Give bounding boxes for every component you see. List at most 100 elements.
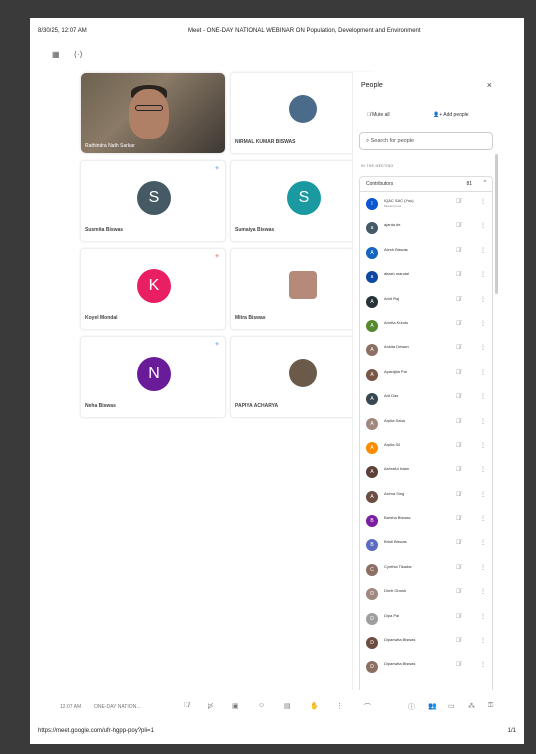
participant-tile[interactable]: ◈ N Neha Biswas bbox=[80, 336, 226, 418]
more-options-icon[interactable]: ⋮ bbox=[480, 637, 486, 644]
participant-row[interactable]: D Dhriti Ghosh 🎙̸ ⋮ bbox=[360, 582, 492, 606]
participant-row[interactable]: C Cynthia Tikadar 🎙̸ ⋮ bbox=[360, 558, 492, 582]
layout-icon[interactable]: ▦ bbox=[52, 50, 60, 59]
mic-off-icon[interactable]: 🎙̸ bbox=[456, 540, 461, 546]
more-options-icon[interactable]: ⋮ bbox=[480, 491, 486, 498]
participant-row[interactable]: D Dipanwita Biswas 🎙̸ ⋮ bbox=[360, 631, 492, 655]
participant-role: Meeting host bbox=[384, 204, 402, 208]
mic-off-icon[interactable]: 🎙̸ bbox=[456, 297, 461, 303]
participant-row[interactable]: A Amit Raj 🎙̸ ⋮ bbox=[360, 290, 492, 314]
avatar: A bbox=[366, 368, 378, 381]
mic-off-icon[interactable]: 🎙̸ bbox=[456, 419, 461, 425]
mic-off-icon[interactable]: 🎙̸ bbox=[456, 589, 461, 595]
mic-off-icon[interactable]: 🎙̸ bbox=[456, 565, 461, 571]
mic-off-icon[interactable]: 🎙̸ bbox=[456, 394, 461, 400]
more-options-icon[interactable]: ⋮ bbox=[480, 222, 486, 229]
participant-name: ajanta de bbox=[384, 222, 401, 228]
more-options-icon[interactable]: ⋮ bbox=[480, 320, 486, 327]
mic-off-icon[interactable]: 🎙̸ bbox=[456, 516, 461, 522]
mic-off-icon[interactable]: 🎙̸ bbox=[456, 223, 461, 229]
more-options-icon[interactable]: ⋮ bbox=[480, 466, 486, 473]
more-options-icon[interactable]: ⋮ bbox=[480, 296, 486, 303]
search-input[interactable]: ⌕ Search for people bbox=[359, 132, 493, 150]
more-options-icon[interactable]: ⋮ bbox=[480, 539, 486, 546]
avatar: N bbox=[137, 357, 171, 391]
participant-tile[interactable]: ◈ K Koyel Mondal bbox=[80, 248, 226, 330]
more-options-icon[interactable]: ⋮ bbox=[480, 613, 486, 620]
close-icon[interactable]: × bbox=[487, 80, 492, 90]
present-icon[interactable]: ▤ bbox=[284, 702, 291, 710]
more-options-icon[interactable]: ⋮ bbox=[480, 271, 486, 278]
mute-all-button[interactable]: 🎙̸ Mute all bbox=[367, 112, 390, 118]
add-people-button[interactable]: 👤+ Add people bbox=[433, 112, 469, 118]
raise-hand-icon[interactable]: ✋ bbox=[310, 702, 319, 710]
mic-off-icon[interactable]: 🎙̸ bbox=[456, 467, 461, 473]
participant-row[interactable]: a akash mandal 🎙̸ ⋮ bbox=[360, 265, 492, 289]
scrollbar[interactable] bbox=[495, 154, 498, 294]
mic-off-icon[interactable]: 🎙̸ bbox=[456, 614, 461, 620]
participant-row[interactable]: D Dipanwita Biswas 🎙̸ ⋮ bbox=[360, 655, 492, 679]
participant-row[interactable]: B Barsha Biswas 🎙̸ ⋮ bbox=[360, 509, 492, 533]
panel-title: People bbox=[361, 82, 383, 89]
mic-off-icon[interactable]: 🎙̸ bbox=[456, 345, 461, 351]
more-options-icon[interactable]: ⋮ bbox=[480, 344, 486, 351]
more-options-icon[interactable]: ⋮ bbox=[480, 418, 486, 425]
more-options-icon[interactable]: ⋮ bbox=[480, 442, 486, 449]
mic-off-icon[interactable]: 🎙̸ bbox=[456, 638, 461, 644]
info-icon[interactable]: ⓘ bbox=[408, 702, 415, 712]
participant-row[interactable]: a ajanta de 🎙̸ ⋮ bbox=[360, 216, 492, 240]
participant-row[interactable]: A Arpita Sil 🎙̸ ⋮ bbox=[360, 436, 492, 460]
participant-row[interactable]: A Aparajita Pal 🎙̸ ⋮ bbox=[360, 363, 492, 387]
participant-row[interactable]: A Arpita Saha 🎙̸ ⋮ bbox=[360, 412, 492, 436]
mic-off-icon[interactable]: 🎙̸ bbox=[456, 443, 461, 449]
activities-icon[interactable]: ⁂ bbox=[468, 702, 475, 710]
mic-off-icon[interactable]: 🎙̸ bbox=[456, 272, 461, 278]
more-options-icon[interactable]: ⋮ bbox=[480, 588, 486, 595]
mic-off-icon[interactable]: 🎙̸ bbox=[184, 702, 189, 709]
person-face bbox=[129, 89, 169, 139]
mic-off-icon[interactable]: 🎙̸ bbox=[456, 248, 461, 254]
avatar: S bbox=[287, 181, 321, 215]
participant-row[interactable]: I IQAC SAC (You) Meeting host 🎙̸ ⋮ bbox=[360, 192, 492, 216]
more-options-icon[interactable]: ⋮ bbox=[480, 247, 486, 254]
mic-off-icon[interactable]: 🎙̸ bbox=[456, 321, 461, 327]
more-options-icon[interactable]: ⋮ bbox=[480, 515, 486, 522]
participant-row[interactable]: A Alesh Biswas 🎙̸ ⋮ bbox=[360, 241, 492, 265]
avatar: A bbox=[366, 319, 378, 332]
people-icon[interactable]: 👥 bbox=[428, 702, 437, 710]
participant-row[interactable]: A Asima Sing 🎙̸ ⋮ bbox=[360, 485, 492, 509]
participant-name: Ashraful Islam bbox=[384, 466, 410, 472]
more-options-icon[interactable]: ⋮ bbox=[480, 198, 486, 205]
glasses bbox=[135, 105, 163, 111]
emoji-icon[interactable]: ☺ bbox=[258, 702, 265, 709]
participant-row[interactable]: A Ankita Dewan 🎙̸ ⋮ bbox=[360, 338, 492, 362]
participant-tile-video[interactable]: Rathindra Nath Sarkar bbox=[80, 72, 226, 154]
participant-row[interactable]: A Arit Das 🎙̸ ⋮ bbox=[360, 387, 492, 411]
chevron-up-icon[interactable]: ^ bbox=[484, 180, 486, 186]
contributors-header[interactable]: Contributors 81 ^ bbox=[359, 176, 493, 192]
mic-off-icon[interactable]: 🎙̸ bbox=[456, 492, 461, 498]
host-controls-icon[interactable]: ⚿ bbox=[488, 702, 493, 710]
avatar: a bbox=[366, 271, 378, 284]
leave-call-icon[interactable]: ⌒ bbox=[364, 702, 371, 712]
participant-row[interactable]: A Amrita Kundu 🎙̸ ⋮ bbox=[360, 314, 492, 338]
more-options-icon[interactable]: ⋮ bbox=[480, 564, 486, 571]
participant-row[interactable]: B Bristi Biswas 🎙̸ ⋮ bbox=[360, 533, 492, 557]
participant-tile[interactable]: ◈ S Susmita Biswas bbox=[80, 160, 226, 242]
mic-off-icon[interactable]: 🎙̸ bbox=[456, 370, 461, 376]
more-options-icon[interactable]: ⋮ bbox=[480, 393, 486, 400]
more-options-icon[interactable]: ⋮ bbox=[480, 661, 486, 668]
chat-icon[interactable]: ▭ bbox=[448, 702, 455, 710]
more-options-icon[interactable]: ⋮ bbox=[336, 702, 343, 710]
code-icon[interactable]: ⟨·⟩ bbox=[74, 50, 83, 59]
avatar: D bbox=[366, 637, 378, 650]
participant-row[interactable]: A Ashraful Islam 🎙̸ ⋮ bbox=[360, 460, 492, 484]
camera-off-icon[interactable]: ▷̸ bbox=[208, 702, 213, 710]
more-options-icon[interactable]: ⋮ bbox=[480, 369, 486, 376]
participant-row[interactable]: D Dipa Pal 🎙̸ ⋮ bbox=[360, 607, 492, 631]
avatar: C bbox=[366, 563, 378, 576]
mic-off-icon[interactable]: 🎙̸ bbox=[456, 662, 461, 668]
captions-icon[interactable]: ▣ bbox=[232, 702, 239, 710]
mic-icon: ◈ bbox=[215, 165, 219, 171]
mic-off-icon[interactable]: 🎙̸ bbox=[456, 199, 461, 205]
